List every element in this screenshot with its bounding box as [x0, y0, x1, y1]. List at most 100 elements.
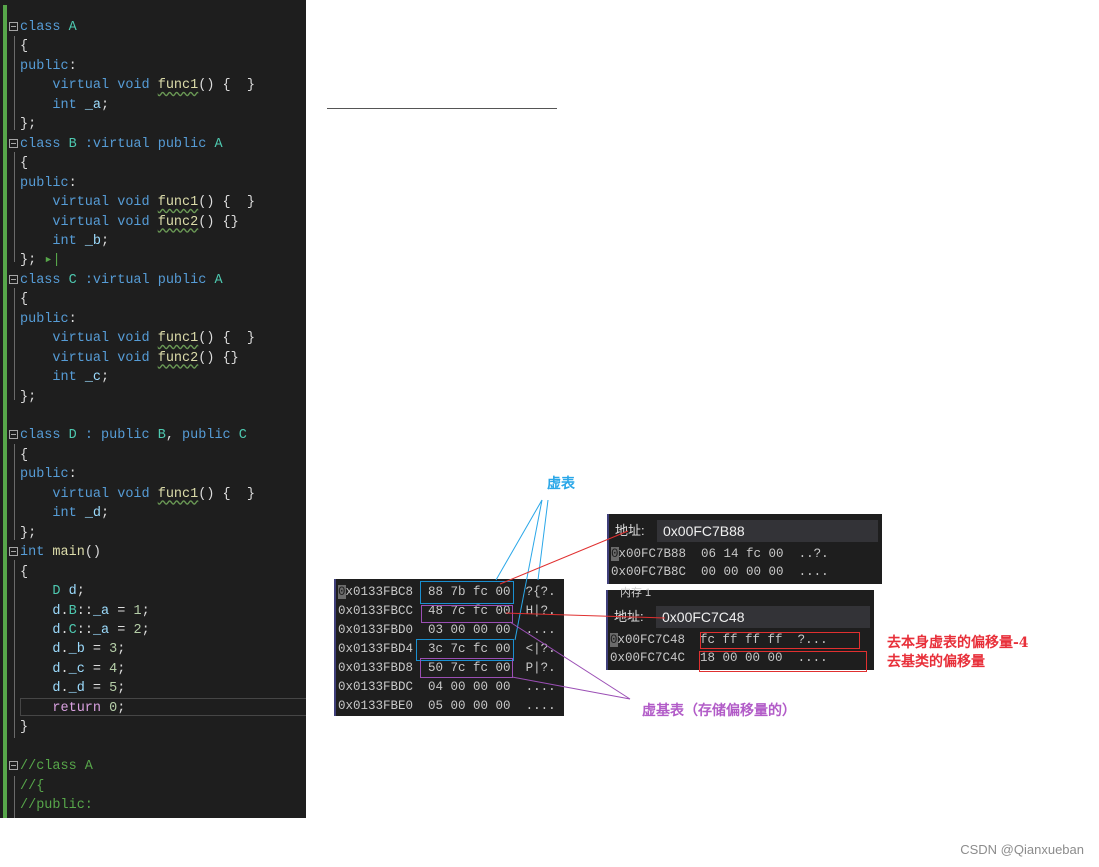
memory-address: 0x0133FBD4	[338, 642, 414, 656]
code-token: class	[20, 20, 69, 35]
memory-row[interactable]: 0x0133FBE0 05 00 00 00 ....	[338, 697, 556, 715]
code-token: B	[68, 136, 77, 152]
address-input[interactable]: 0x00FC7B88	[657, 520, 878, 542]
code-line[interactable]: d.B::_a = 1;	[9, 602, 150, 621]
memory-row[interactable]: 0x0133FBD0 03 00 00 00 ....	[338, 621, 556, 639]
code-token: public	[182, 428, 239, 444]
code-line[interactable]: public:	[9, 310, 77, 329]
code-line[interactable]: d._d = 5;	[9, 679, 125, 698]
code-token: =	[109, 603, 134, 619]
code-line[interactable]: class B :virtual public A	[9, 135, 223, 154]
code-line[interactable]: {	[9, 446, 28, 465]
memory-bytes[interactable]: 05 00 00 00	[428, 699, 511, 713]
code-line[interactable]: int _c;	[9, 368, 109, 387]
code-line[interactable]: class A	[9, 18, 77, 37]
code-line[interactable]: virtual void func1() { }	[9, 329, 255, 348]
code-token: main	[52, 545, 85, 561]
memory-bytes[interactable]: 04 00 00 00	[428, 680, 511, 694]
memory-row[interactable]: 0x0133FBDC 04 00 00 00 ....	[338, 678, 556, 696]
code-token: _c	[84, 370, 102, 386]
code-line[interactable]: virtual void func1() { }	[9, 76, 255, 95]
code-line[interactable]: };	[9, 524, 36, 543]
collapse-toggle-icon[interactable]	[9, 274, 18, 284]
code-line[interactable]: int _b;	[9, 232, 109, 251]
code-line[interactable]: virtual void func2() {}	[9, 213, 238, 232]
code-token: };	[20, 525, 37, 541]
code-line[interactable]: {	[9, 154, 28, 173]
code-token: }	[20, 720, 29, 736]
code-line[interactable]: virtual void func1() { }	[9, 193, 255, 212]
code-token: ;	[141, 603, 150, 619]
code-line[interactable]: };	[9, 115, 36, 134]
code-line[interactable]: class C :virtual public A	[9, 271, 223, 290]
address-input[interactable]: 0x00FC7C48	[656, 606, 870, 628]
code-token: func1	[157, 195, 199, 211]
code-line[interactable]: //{	[9, 777, 44, 796]
code-line[interactable]: int _d;	[9, 504, 109, 523]
code-token: C	[238, 428, 247, 444]
code-line[interactable]: //public:	[9, 796, 93, 815]
code-token: ;	[117, 661, 126, 677]
code-line[interactable]: };	[9, 388, 36, 407]
memory-bytes[interactable]: 06 14 fc 00	[701, 547, 784, 561]
code-token: _b	[84, 233, 102, 249]
code-line[interactable]: }; ▸|	[9, 251, 61, 270]
code-line[interactable]: virtual void func1() { }	[9, 485, 255, 504]
code-line[interactable]: d.C::_a = 2;	[9, 621, 149, 640]
code-line[interactable]: return 0;	[9, 699, 125, 718]
memory-tab-label[interactable]: 内存 1	[620, 584, 651, 600]
code-line[interactable]: {	[9, 290, 28, 309]
memory-window-vtable[interactable]: 地址: 0x00FC7B88 0x00FC7B88 06 14 fc 00 ..…	[607, 514, 882, 584]
code-line[interactable]: {	[9, 563, 28, 582]
memory-row[interactable]: 0x00FC7B8C 00 00 00 00 ....	[611, 563, 829, 581]
code-line[interactable]: //class A	[9, 757, 93, 776]
code-token: 1	[133, 603, 142, 619]
code-token: virtual void	[52, 195, 158, 211]
code-token: .	[60, 661, 69, 677]
collapse-toggle-icon[interactable]	[9, 138, 18, 148]
vbtable-annotation: 虚基表（存储偏移量的）	[642, 703, 796, 719]
code-line[interactable]: public:	[9, 57, 77, 76]
code-line[interactable]: class D : public B, public C	[9, 426, 247, 445]
window-edge	[334, 579, 336, 716]
memory-bytes[interactable]: 03 00 00 00	[428, 623, 511, 637]
code-line[interactable]: int _a;	[9, 96, 109, 115]
code-token: .	[60, 603, 69, 619]
collapse-toggle-icon[interactable]	[9, 22, 18, 31]
address-bar[interactable]: 地址: 0x00FC7B88	[611, 520, 878, 542]
code-editor[interactable]: class A{public: virtual void func1() { }…	[0, 0, 306, 818]
code-token: :virtual public	[76, 272, 215, 288]
code-line[interactable]: }	[9, 718, 28, 737]
memory-row[interactable]: 0x00FC7B88 06 14 fc 00 ..?.	[611, 545, 829, 563]
code-line[interactable]: d._b = 3;	[9, 640, 125, 659]
code-line[interactable]: virtual void func2() {}	[9, 349, 238, 368]
code-token: B	[157, 428, 166, 444]
code-line[interactable]: public:	[9, 174, 77, 193]
code-line[interactable]: D d;	[9, 582, 84, 601]
code-token: ;	[117, 700, 126, 716]
memory-ascii: ?{?.	[525, 585, 556, 599]
code-token: {	[20, 39, 29, 55]
address-bar[interactable]: 地址: 0x00FC7C48	[610, 606, 870, 628]
memory-bytes[interactable]: 00 00 00 00	[701, 565, 784, 579]
collapse-toggle-icon[interactable]	[9, 761, 18, 771]
code-line[interactable]	[9, 738, 20, 757]
code-line[interactable]: int main()	[9, 543, 101, 562]
code-line[interactable]: d._c = 4;	[9, 660, 125, 679]
collapse-toggle-icon[interactable]	[9, 430, 18, 440]
code-token: ▸|	[44, 253, 61, 269]
code-token: 2	[133, 622, 142, 638]
code-token: _a	[92, 603, 110, 619]
code-line[interactable]	[9, 407, 20, 426]
code-line[interactable]: {	[9, 37, 28, 56]
code-token: _d	[68, 681, 85, 697]
memory-address: 0x0133FBCC	[338, 604, 414, 618]
change-indicator-bar	[3, 5, 7, 818]
code-token: D	[68, 428, 77, 444]
code-token: () { }	[198, 486, 255, 502]
collapse-toggle-icon[interactable]	[9, 547, 18, 557]
code-token: =	[84, 681, 110, 697]
code-line[interactable]: public:	[9, 465, 77, 484]
